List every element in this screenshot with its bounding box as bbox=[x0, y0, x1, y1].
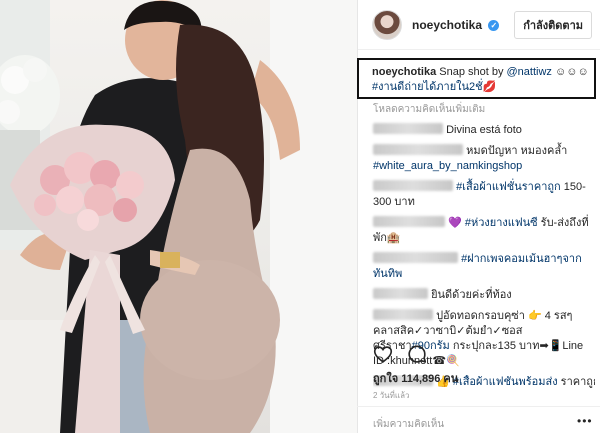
more-options-icon[interactable]: ••• bbox=[577, 414, 593, 428]
comment-hashtag[interactable]: #เสื้อผ้าแฟชั่นพร้อมส่ง bbox=[453, 376, 558, 388]
blurred-username bbox=[373, 309, 433, 320]
comment-hashtag[interactable]: #เสื้อผ้าแฟชั่นราคาถูก bbox=[456, 181, 561, 193]
blurred-username bbox=[373, 288, 428, 299]
caption-hashtag[interactable]: #งานดีถ่ายได้ภายใน2ชั่ bbox=[372, 81, 483, 93]
comment-item: Divina está foto bbox=[373, 123, 595, 138]
caption-emoji: ☺☺☺ bbox=[551, 66, 589, 78]
comment-bubble-icon[interactable] bbox=[406, 343, 428, 365]
divider bbox=[357, 406, 600, 407]
comment-item: หมดปัญหา หมองคล้ำ #white_aura_by_namking… bbox=[373, 144, 595, 174]
verified-badge-icon: ✓ bbox=[488, 19, 500, 31]
username-link[interactable]: noeychotika ✓ bbox=[412, 18, 500, 32]
username-text[interactable]: noeychotika bbox=[412, 18, 482, 32]
caption-text: Snap shot by bbox=[436, 66, 507, 78]
comment-hashtag[interactable]: #white_aura_by_namkingshop bbox=[373, 160, 522, 172]
comment-item: #เสื้อผ้าแฟชั่นราคาถูก 150-300 บาท bbox=[373, 180, 595, 210]
post-photo[interactable] bbox=[0, 0, 357, 433]
comment-text: Divina está foto bbox=[446, 124, 522, 136]
load-more-comments[interactable]: โหลดความคิดเห็นเพิ่มเติม bbox=[373, 102, 595, 117]
likes-count[interactable]: ถูกใจ 114,896 คน bbox=[373, 369, 458, 387]
comment-text: หมดปัญหา หมองคล้ำ bbox=[466, 145, 568, 157]
comment-item: #ฝากเพจคอมเม้นฮาๆจากทันทิพ bbox=[373, 252, 595, 282]
comment-hashtag[interactable]: #ห่วงยางแฟนซี bbox=[465, 217, 538, 229]
comment-text: 💜 bbox=[448, 217, 465, 229]
comment-text: ยินดีด้วยค่ะที่ท้อง bbox=[431, 289, 512, 301]
comment-item: 💜 #ห่วงยางแฟนซี รับ-ส่งถึงที่พัก🏨 bbox=[373, 216, 595, 246]
blurred-username bbox=[373, 123, 443, 134]
comment-item: ยินดีด้วยค่ะที่ท้อง bbox=[373, 288, 595, 303]
post-actions bbox=[372, 343, 428, 365]
comment-text-suffix: ราคาถูก bbox=[560, 376, 595, 388]
avatar[interactable] bbox=[372, 9, 402, 40]
heart-outline-icon[interactable] bbox=[372, 343, 394, 365]
caption-highlight-box: noeychotika Snap shot by @nattiwz ☺☺☺ #ง… bbox=[357, 58, 596, 99]
caption-username[interactable]: noeychotika bbox=[372, 66, 436, 78]
blurred-username bbox=[373, 216, 445, 227]
post-timestamp[interactable]: 2 วันที่แล้ว bbox=[373, 389, 409, 402]
post-header: noeychotika ✓ กำลังติดตาม bbox=[358, 0, 600, 50]
following-button[interactable]: กำลังติดตาม bbox=[514, 10, 592, 39]
blurred-username bbox=[373, 180, 453, 191]
lips-emoji: 💋 bbox=[482, 81, 497, 93]
photo-illustration bbox=[0, 0, 357, 433]
add-comment-input[interactable]: เพิ่มความคิดเห็น bbox=[373, 417, 444, 432]
blurred-username bbox=[373, 144, 463, 155]
caption-mention[interactable]: @nattiwz bbox=[507, 66, 552, 78]
blurred-username bbox=[373, 252, 458, 263]
